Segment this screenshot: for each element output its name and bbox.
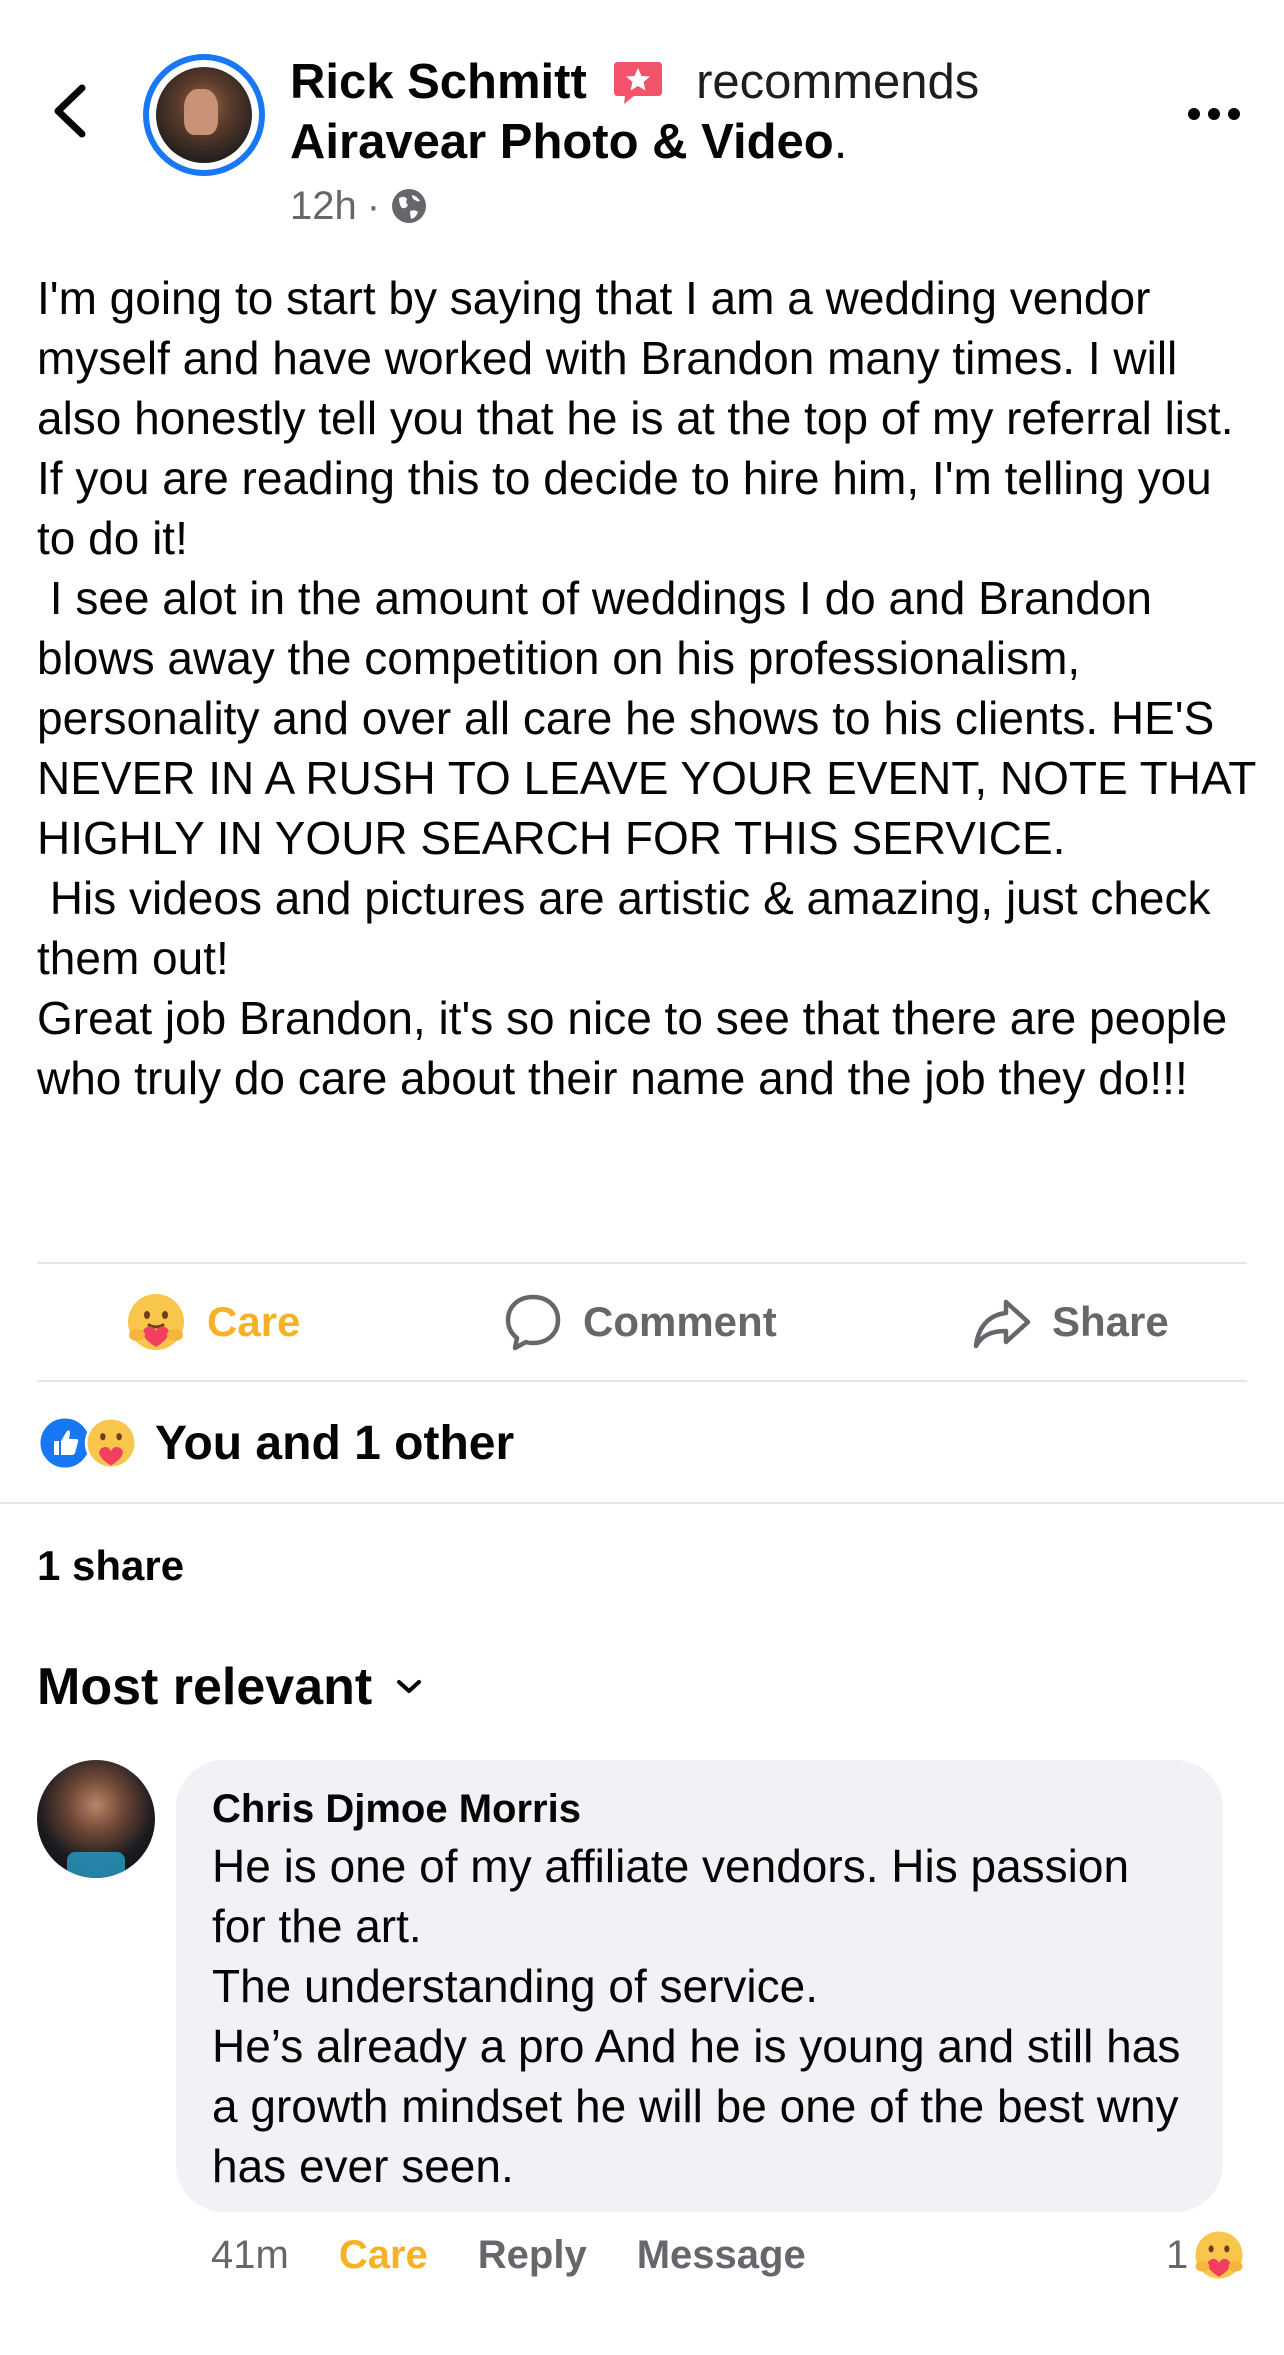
post-header: Rick Schmitt recommends Airavear Photo &… (0, 0, 1284, 250)
comment-time[interactable]: 41m (211, 2233, 289, 2278)
share-arrow-icon (973, 1299, 1031, 1349)
meta-separator: · (366, 184, 381, 228)
reactions-summary-text: You and 1 other (155, 1416, 515, 1470)
recommends-label: recommends (696, 55, 980, 109)
shares-count[interactable]: 1 share (37, 1536, 184, 1596)
commenter-name[interactable]: Chris Djmoe Morris (212, 1782, 1187, 1836)
author-avatar[interactable] (143, 54, 265, 176)
comment-text: He is one of my affiliate vendors. His p… (212, 1840, 1181, 2192)
page-suffix: . (833, 115, 848, 169)
care-emoji-icon (84, 1416, 138, 1470)
more-options-icon[interactable] (1186, 96, 1242, 132)
comment-message-button[interactable]: Message (637, 2233, 806, 2278)
commenter-avatar[interactable] (37, 1760, 155, 1878)
comment-reaction-count[interactable]: 1 (1166, 2222, 1246, 2288)
action-bar: Care Comment Share (37, 1265, 1247, 1379)
comment-reaction-number: 1 (1166, 2232, 1189, 2277)
comment-bubble: Chris Djmoe Morris He is one of my affil… (176, 1760, 1223, 2212)
comment-button[interactable]: Comment (503, 1265, 777, 1379)
globe-icon (392, 189, 427, 223)
sort-label: Most relevant (37, 1658, 373, 1716)
chevron-down-icon (397, 1680, 422, 1693)
care-emoji-icon (1195, 2231, 1243, 2279)
recommended-page: Airavear Photo & Video. (290, 112, 847, 172)
comment-bubble-icon (505, 1294, 561, 1351)
reaction-icons (37, 1415, 145, 1471)
author-avatar-image (156, 67, 252, 163)
recommendation-badge-icon (614, 62, 663, 104)
comment-sort-dropdown[interactable]: Most relevant (37, 1652, 424, 1722)
page-name[interactable]: Airavear Photo & Video (290, 115, 834, 169)
divider-top (37, 1262, 1247, 1264)
post-meta: 12h · (290, 180, 428, 232)
comment-reply-button[interactable]: Reply (478, 2233, 587, 2278)
post-title: Rick Schmitt recommends (290, 52, 979, 112)
comment-actions: 41m Care Reply Message (211, 2222, 806, 2288)
section-divider (0, 1502, 1284, 1504)
comment-label: Comment (583, 1298, 777, 1345)
post-text: I'm going to start by saying that I am a… (37, 272, 1256, 1104)
comment-care-button[interactable]: Care (339, 2233, 428, 2278)
share-button[interactable]: Share (972, 1265, 1169, 1379)
care-label: Care (207, 1298, 301, 1345)
reactions-summary[interactable]: You and 1 other (37, 1410, 514, 1476)
post-time[interactable]: 12h (290, 180, 357, 232)
divider-bottom (37, 1380, 1247, 1382)
care-emoji-icon (128, 1294, 184, 1350)
back-arrow-icon[interactable] (46, 80, 96, 142)
share-label: Share (1052, 1298, 1169, 1345)
care-button[interactable]: Care (125, 1265, 300, 1379)
author-name[interactable]: Rick Schmitt (290, 55, 587, 109)
